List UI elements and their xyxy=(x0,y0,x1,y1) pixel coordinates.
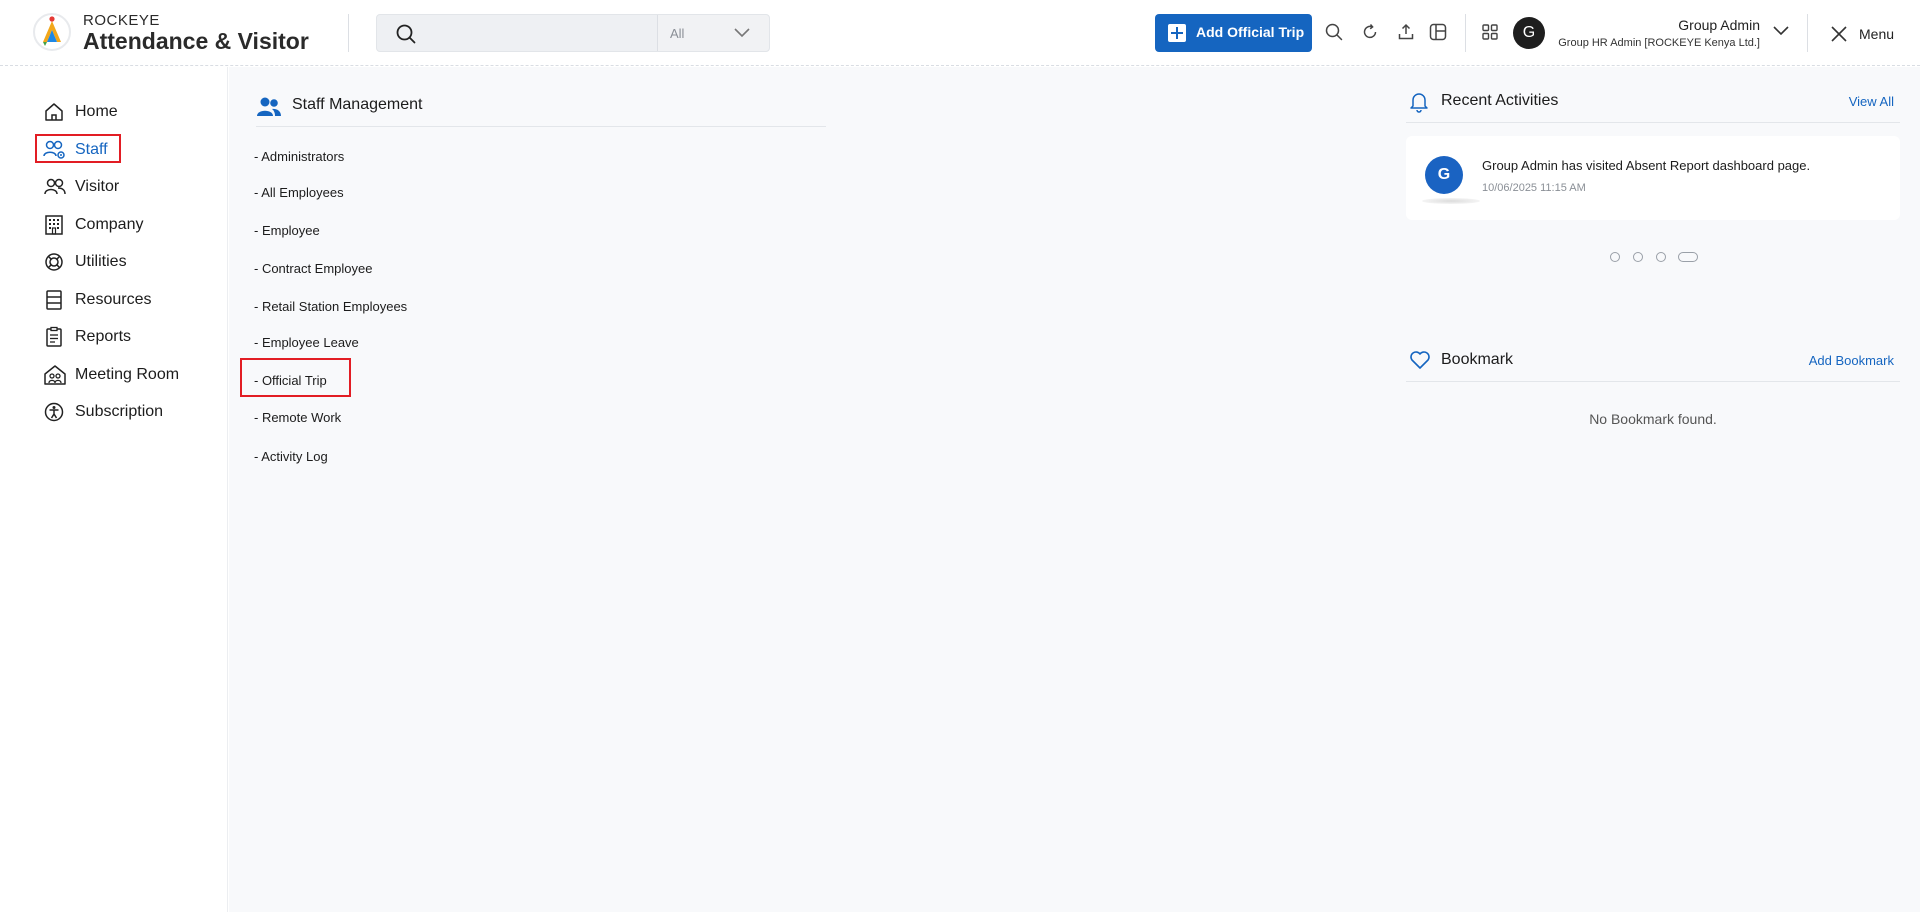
menu-link-retail-station-employees[interactable]: - Retail Station Employees xyxy=(254,299,407,314)
sidebar-item-home[interactable]: Home xyxy=(40,97,220,127)
upload-icon[interactable] xyxy=(1396,22,1416,42)
carousel-dot[interactable] xyxy=(1656,252,1666,262)
view-all-link[interactable]: View All xyxy=(1849,94,1894,109)
reports-icon xyxy=(46,326,62,347)
activity-card: G Group Admin has visited Absent Report … xyxy=(1406,136,1900,220)
activity-timestamp: 10/06/2025 11:15 AM xyxy=(1482,182,1586,194)
highlight-box xyxy=(240,358,351,397)
sidebar-item-label: Meeting Room xyxy=(75,366,180,383)
home-icon xyxy=(45,103,63,121)
heart-icon xyxy=(1410,351,1430,369)
sidebar-item-label: Utilities xyxy=(75,253,127,270)
resources-icon xyxy=(46,290,62,310)
menu-link-activity-log[interactable]: - Activity Log xyxy=(254,449,328,464)
meeting-room-icon xyxy=(44,365,66,385)
carousel-dot-active[interactable] xyxy=(1678,252,1698,262)
staff-group-icon xyxy=(257,97,281,116)
visitor-icon xyxy=(44,178,66,195)
carousel-dot[interactable] xyxy=(1633,252,1643,262)
divider xyxy=(1465,14,1466,52)
user-name[interactable]: Group Admin xyxy=(1678,17,1760,33)
sidebar-item-meeting-room[interactable]: Meeting Room xyxy=(40,360,220,390)
recent-activities-header: Recent Activities View All xyxy=(1406,83,1900,123)
bookmark-title: Bookmark xyxy=(1441,351,1514,368)
sidebar-item-subscription[interactable]: Subscription xyxy=(40,397,220,427)
sidebar-item-label: Subscription xyxy=(75,403,164,420)
bell-icon xyxy=(1410,93,1428,113)
sidebar-item-label: Reports xyxy=(75,328,132,345)
empty-bookmark-message: No Bookmark found. xyxy=(1589,411,1717,427)
carousel-dot[interactable] xyxy=(1610,252,1620,262)
user-avatar[interactable]: G xyxy=(1513,17,1545,49)
sidebar-item-resources[interactable]: Resources xyxy=(40,285,220,315)
search-filter-select[interactable]: All xyxy=(657,15,769,51)
menu-link-all-employees[interactable]: - All Employees xyxy=(254,185,344,200)
app-logo-icon xyxy=(33,13,71,51)
recent-activities-title: Recent Activities xyxy=(1441,92,1559,109)
brand-top: ROCKEYE xyxy=(83,12,160,29)
carousel-dots xyxy=(1610,252,1710,264)
user-role: Group HR Admin [ROCKEYE Kenya Ltd.] xyxy=(1558,37,1760,49)
company-icon xyxy=(45,215,63,235)
menu-link-administrators[interactable]: - Administrators xyxy=(254,149,344,164)
highlight-box xyxy=(35,134,121,163)
activity-message: Group Admin has visited Absent Report da… xyxy=(1482,158,1811,173)
subscription-icon xyxy=(44,402,64,422)
chevron-down-icon xyxy=(734,28,750,38)
layout-icon[interactable] xyxy=(1428,22,1448,42)
add-official-trip-button[interactable]: Add Official Trip xyxy=(1155,14,1312,52)
close-icon xyxy=(1831,26,1847,42)
sidebar-item-utilities[interactable]: Utilities xyxy=(40,247,220,277)
sidebar-item-visitor[interactable]: Visitor xyxy=(40,172,220,202)
menu-link-remote-work[interactable]: - Remote Work xyxy=(254,410,341,425)
refresh-icon[interactable] xyxy=(1360,22,1380,42)
divider xyxy=(348,14,349,52)
app-title: Attendance & Visitor xyxy=(83,28,309,54)
menu-button[interactable]: Menu xyxy=(1830,22,1902,46)
plus-icon xyxy=(1168,24,1186,42)
menu-link-employee-leave[interactable]: - Employee Leave xyxy=(254,335,359,350)
menu-label: Menu xyxy=(1859,26,1895,42)
avatar-shadow xyxy=(1422,198,1480,204)
section-header: Staff Management xyxy=(256,93,826,127)
search-icon[interactable] xyxy=(1324,22,1344,42)
sidebar-item-label: Visitor xyxy=(75,178,120,195)
section-title: Staff Management xyxy=(292,96,423,113)
bookmark-header: Bookmark Add Bookmark xyxy=(1406,342,1900,382)
menu-link-employee[interactable]: - Employee xyxy=(254,223,320,238)
search-icon xyxy=(396,24,416,44)
menu-link-contract-employee[interactable]: - Contract Employee xyxy=(254,261,373,276)
sidebar-item-label: Home xyxy=(75,103,118,120)
top-header: ROCKEYE Attendance & Visitor All Add Off… xyxy=(0,0,1920,66)
utilities-icon xyxy=(45,253,63,271)
activity-avatar: G xyxy=(1425,156,1463,194)
search-filter-value: All xyxy=(670,26,685,41)
global-search[interactable]: All xyxy=(376,14,770,52)
sidebar-item-company[interactable]: Company xyxy=(40,210,220,240)
add-official-trip-label: Add Official Trip xyxy=(1196,24,1305,40)
chevron-down-icon[interactable] xyxy=(1772,24,1790,38)
sidebar-item-label: Resources xyxy=(75,291,152,308)
sidebar: Home Staff Visitor Company Utilities Res… xyxy=(0,67,228,912)
sidebar-item-reports[interactable]: Reports xyxy=(40,322,220,352)
divider xyxy=(1807,14,1808,52)
sidebar-item-label: Company xyxy=(75,216,144,233)
add-bookmark-link[interactable]: Add Bookmark xyxy=(1809,353,1894,368)
apps-grid-icon[interactable] xyxy=(1480,22,1500,42)
